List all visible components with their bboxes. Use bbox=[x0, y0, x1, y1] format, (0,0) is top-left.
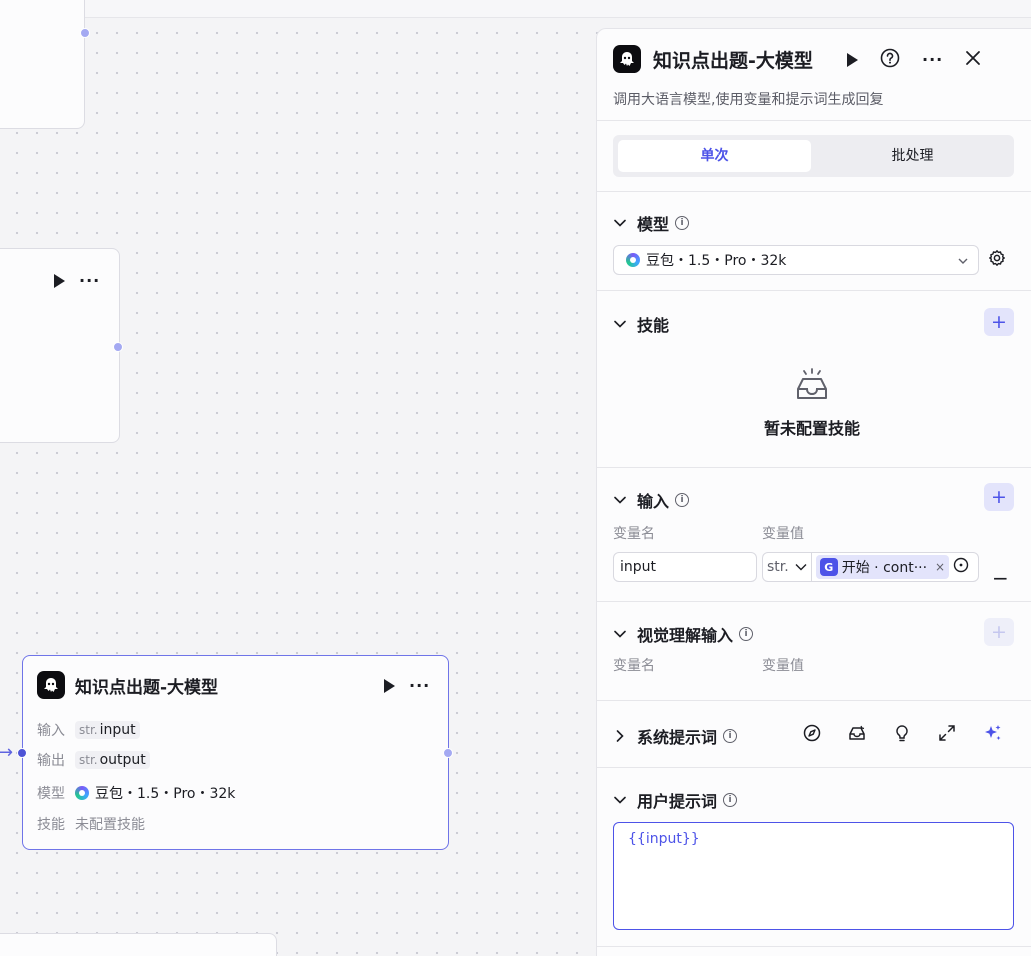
node-output-port[interactable] bbox=[113, 342, 123, 352]
user-prompt-editor[interactable]: {{input}} bbox=[613, 822, 1014, 930]
chevron-down-icon[interactable] bbox=[613, 493, 627, 507]
tab-single[interactable]: 单次 bbox=[618, 140, 811, 172]
panel-description: 调用大语言模型,使用变量和提示词生成回复 bbox=[613, 92, 884, 108]
skills-empty-text: 暂未配置技能 bbox=[763, 419, 860, 438]
vision-heading: 视觉理解输入 bbox=[637, 626, 734, 645]
inputs-heading: 输入 bbox=[637, 492, 670, 511]
chevron-down-icon bbox=[795, 564, 807, 571]
tab-batch[interactable]: 批处理 bbox=[816, 140, 1009, 172]
run-play-icon[interactable] bbox=[847, 53, 858, 67]
var-name-input[interactable]: input bbox=[613, 552, 757, 582]
add-skill-button[interactable]: + bbox=[984, 308, 1014, 336]
node-input-chip: str. input bbox=[75, 721, 140, 739]
node-more-icon[interactable]: ··· bbox=[409, 678, 430, 694]
close-icon[interactable] bbox=[965, 50, 981, 70]
chevron-down-icon[interactable] bbox=[613, 793, 627, 807]
divider bbox=[597, 290, 1031, 291]
info-icon[interactable]: i bbox=[675, 216, 690, 230]
chevron-down-icon[interactable] bbox=[613, 627, 627, 641]
node-model-label: 模型 bbox=[37, 786, 65, 802]
model-section-header[interactable]: 模型 i bbox=[613, 211, 690, 235]
panel-title[interactable]: 知识点出题-大模型 bbox=[653, 46, 813, 73]
llm-node[interactable]: 知识点出题-大模型 ··· 输入 str. input 输出 str. output… bbox=[22, 655, 449, 850]
info-icon[interactable]: i bbox=[723, 793, 738, 807]
canvas-top-bar bbox=[0, 0, 1031, 18]
node-input-label: 输入 bbox=[37, 723, 65, 739]
expand-icon[interactable] bbox=[938, 724, 956, 746]
node-config-panel: 知识点出题-大模型 ··· 调用大语言模型,使用变量和提示词生成回复 单次 批处… bbox=[596, 28, 1031, 956]
empty-box-icon bbox=[794, 368, 830, 407]
node-skill-value: 未配置技能 bbox=[75, 817, 145, 833]
prompt-library-icon[interactable] bbox=[848, 724, 866, 746]
divider bbox=[597, 191, 1031, 192]
canvas-node-partial-bottom[interactable] bbox=[0, 933, 277, 956]
divider bbox=[597, 120, 1031, 121]
model-select-value: 豆包・1.5・Pro・32k bbox=[646, 253, 787, 269]
divider bbox=[597, 467, 1031, 468]
model-heading: 模型 bbox=[637, 215, 670, 234]
node-input-port[interactable] bbox=[17, 748, 27, 758]
more-icon[interactable]: ··· bbox=[79, 273, 100, 289]
node-model-value: 豆包・1.5・Pro・32k bbox=[95, 786, 236, 802]
info-icon[interactable]: i bbox=[675, 493, 690, 507]
add-input-button[interactable]: + bbox=[984, 483, 1014, 511]
system-prompt-tools bbox=[803, 723, 1003, 747]
skills-section-header[interactable]: 技能 bbox=[613, 312, 669, 336]
var-ref-text: 开始 · cont··· bbox=[841, 560, 928, 576]
settings-icon[interactable] bbox=[988, 249, 1006, 271]
vision-section-header[interactable]: 视觉理解输入 i bbox=[613, 622, 754, 646]
divider bbox=[597, 601, 1031, 602]
node-output-chip: str. output bbox=[75, 751, 150, 769]
col-var-value: 变量值 bbox=[762, 526, 804, 542]
node-skill-label: 技能 bbox=[37, 817, 65, 833]
connection-arrow-icon: → bbox=[0, 742, 14, 763]
divider bbox=[597, 700, 1031, 701]
chevron-down-icon[interactable] bbox=[613, 317, 627, 331]
node-title: 知识点出题-大模型 bbox=[75, 677, 219, 698]
remove-ref-icon[interactable]: × bbox=[935, 560, 945, 574]
node-output-port[interactable] bbox=[443, 748, 453, 758]
user-prompt-section-header[interactable]: 用户提示词 i bbox=[613, 788, 738, 812]
var-value-field[interactable]: str. G 开始 · cont··· × bbox=[762, 552, 979, 582]
doubao-model-icon bbox=[75, 786, 89, 800]
chevron-down-icon[interactable] bbox=[613, 216, 627, 230]
add-vision-input-button[interactable]: + bbox=[984, 618, 1014, 646]
vision-col-var-value: 变量值 bbox=[762, 658, 804, 674]
compass-icon[interactable] bbox=[803, 724, 821, 746]
start-node-icon: G bbox=[819, 558, 838, 576]
help-icon[interactable] bbox=[880, 48, 900, 72]
divider bbox=[597, 767, 1031, 768]
canvas-node-partial-top[interactable] bbox=[0, 0, 85, 129]
col-var-name: 变量名 bbox=[613, 526, 655, 542]
play-icon[interactable] bbox=[54, 274, 65, 288]
chevron-down-icon bbox=[958, 253, 968, 269]
skills-heading: 技能 bbox=[637, 316, 670, 335]
system-prompt-section-header[interactable]: 系统提示词 i bbox=[613, 724, 738, 748]
model-select[interactable]: 豆包・1.5・Pro・32k bbox=[613, 245, 979, 275]
chevron-right-icon[interactable] bbox=[613, 729, 627, 743]
info-icon[interactable]: i bbox=[739, 627, 754, 641]
system-prompt-heading: 系统提示词 bbox=[637, 728, 718, 747]
pick-variable-icon[interactable] bbox=[953, 557, 969, 577]
user-prompt-heading: 用户提示词 bbox=[637, 792, 718, 811]
sparkle-icon[interactable] bbox=[983, 723, 1003, 747]
bulb-icon[interactable] bbox=[893, 724, 911, 746]
inputs-section-header[interactable]: 输入 i bbox=[613, 488, 690, 512]
info-icon[interactable]: i bbox=[723, 729, 738, 743]
more-icon[interactable]: ··· bbox=[922, 52, 943, 68]
node-output-port[interactable] bbox=[80, 28, 90, 38]
var-type-select[interactable]: str. bbox=[763, 553, 812, 581]
skills-empty-state: 暂未配置技能 bbox=[737, 367, 887, 439]
run-node-play-icon[interactable] bbox=[384, 679, 395, 693]
robot-logo-icon bbox=[613, 45, 641, 73]
divider bbox=[597, 946, 1031, 947]
doubao-model-icon bbox=[626, 253, 640, 267]
run-mode-tabs: 单次 批处理 bbox=[613, 135, 1014, 177]
vision-col-var-name: 变量名 bbox=[613, 658, 655, 674]
robot-logo-icon bbox=[37, 671, 65, 699]
canvas-node-partial-middle[interactable]: ··· bbox=[0, 248, 120, 443]
remove-input-minus-icon[interactable]: − bbox=[992, 566, 1009, 590]
var-ref-chip[interactable]: G 开始 · cont··· × bbox=[815, 555, 950, 579]
node-output-label: 输出 bbox=[37, 753, 65, 769]
